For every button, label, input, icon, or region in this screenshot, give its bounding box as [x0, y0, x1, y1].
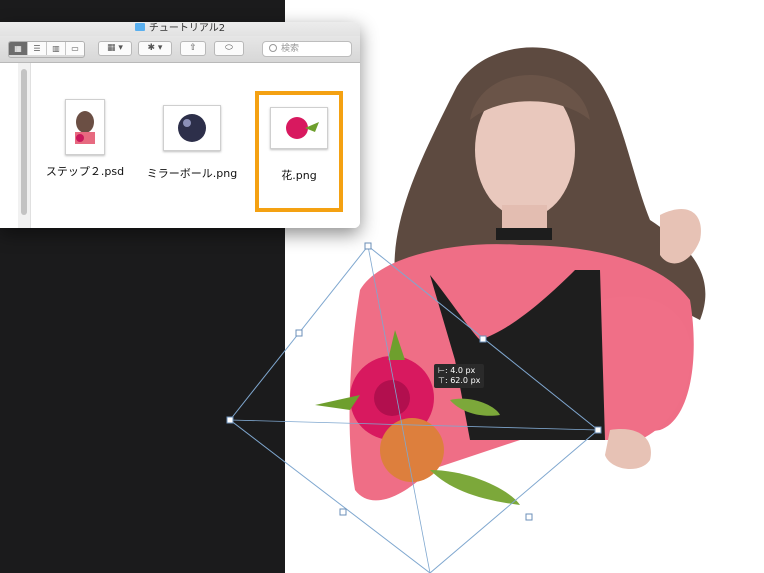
- tags-button[interactable]: ⬭: [214, 41, 244, 56]
- search-icon: [269, 44, 277, 52]
- selection-highlight: [255, 91, 343, 212]
- share-button[interactable]: ⇧: [180, 41, 206, 56]
- icon-view-button[interactable]: ▦: [9, 42, 28, 55]
- file-label: ステップ２.psd: [45, 165, 125, 178]
- column-view-button[interactable]: ▥: [47, 42, 66, 55]
- view-mode-segmented-control[interactable]: ▦ ☰ ▥ ▭: [8, 41, 85, 58]
- file-item-step2-psd[interactable]: ステップ２.psd: [42, 99, 128, 179]
- right-arm-shape: [590, 296, 691, 440]
- list-view-button[interactable]: ☰: [28, 42, 47, 55]
- finder-toolbar: ▦ ☰ ▥ ▭ ▦ ▾ ✱ ▾ ⇧ ⬭ 検索: [0, 36, 360, 63]
- finder-window[interactable]: チュートリアル2 ▦ ☰ ▥ ▭ ▦ ▾ ✱ ▾ ⇧ ⬭ 検索 ステップ２.ps…: [0, 22, 360, 228]
- readout-x: ⊢: 4.0 px: [438, 366, 476, 375]
- folder-icon: [134, 23, 145, 31]
- file-label: ミラーボール.png: [146, 167, 238, 180]
- mirror-ball-thumbnail-icon: [163, 105, 221, 151]
- portrait-thumbnail-icon: [65, 99, 105, 155]
- sidebar-scroll-thumb[interactable]: [21, 69, 27, 215]
- readout-y: ⊤: 62.0 px: [438, 376, 481, 385]
- gallery-view-button[interactable]: ▭: [66, 42, 84, 55]
- action-gear-button[interactable]: ✱ ▾: [138, 41, 172, 56]
- hand-shape: [660, 209, 701, 264]
- search-placeholder: 検索: [281, 44, 300, 54]
- transform-readout: ⊢: 4.0 px ⊤: 62.0 px: [434, 364, 485, 388]
- file-item-mirrorball-png[interactable]: ミラーボール.png: [140, 105, 244, 181]
- group-by-button[interactable]: ▦ ▾: [98, 41, 132, 56]
- window-title: チュートリアル2: [148, 23, 226, 34]
- search-field[interactable]: 検索: [262, 41, 352, 57]
- pink-flower-center: [374, 380, 410, 416]
- window-titlebar[interactable]: チュートリアル2: [0, 22, 360, 36]
- fern-right: [430, 470, 520, 505]
- choker-shape: [496, 228, 552, 240]
